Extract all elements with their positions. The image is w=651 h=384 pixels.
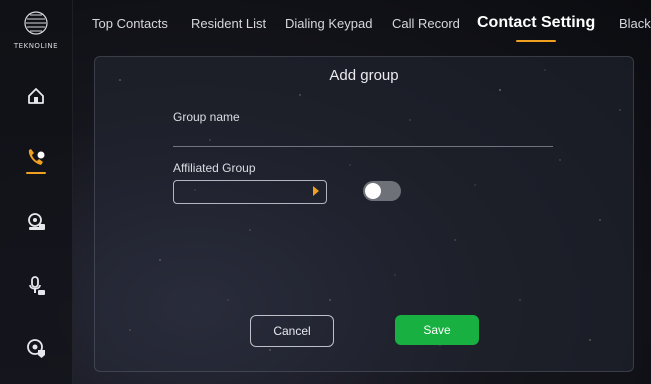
cancel-button[interactable]: Cancel (250, 315, 334, 347)
affiliated-group-toggle[interactable] (363, 181, 401, 201)
group-name-underline (173, 146, 553, 147)
tab-top-contacts[interactable]: Top Contacts (92, 16, 168, 31)
tab-dialing-keypad[interactable]: Dialing Keypad (285, 16, 372, 31)
brand-name: TEKNOLINE (13, 42, 59, 50)
sidebar-item-phone[interactable] (18, 140, 54, 176)
tab-contact-setting[interactable]: Contact Setting (477, 14, 595, 32)
sidebar-item-settings[interactable] (18, 330, 54, 366)
save-button[interactable]: Save (395, 315, 479, 345)
toggle-knob (365, 183, 381, 199)
tab-blacklist[interactable]: Black (619, 16, 651, 31)
mic-icon (29, 276, 45, 295)
camera-icon (28, 213, 45, 230)
globe-logo-icon (24, 11, 48, 35)
group-name-input[interactable] (173, 125, 553, 145)
affiliated-group-label: Affiliated Group (173, 161, 256, 175)
top-tab-bar: Top Contacts Resident List Dialing Keypa… (80, 0, 651, 52)
group-name-label: Group name (173, 110, 240, 124)
active-indicator (26, 172, 46, 174)
sidebar-item-camera[interactable] (18, 204, 54, 240)
tab-resident-list[interactable]: Resident List (191, 16, 266, 31)
add-group-dialog: Add group Group name Affiliated Group Ca… (94, 56, 634, 372)
brand-logo: TEKNOLINE (0, 10, 72, 50)
sidebar: TEKNOLINE (0, 0, 73, 384)
tab-call-record[interactable]: Call Record (392, 16, 460, 31)
settings-shield-icon (27, 339, 45, 358)
sidebar-item-home[interactable] (18, 78, 54, 114)
affiliated-group-select[interactable] (173, 180, 327, 204)
active-tab-underline (516, 40, 556, 42)
home-icon (28, 88, 44, 104)
sidebar-item-intercom[interactable] (18, 268, 54, 304)
dialog-title: Add group (329, 67, 399, 84)
chevron-right-icon (313, 186, 319, 196)
phone-icon (28, 149, 45, 165)
